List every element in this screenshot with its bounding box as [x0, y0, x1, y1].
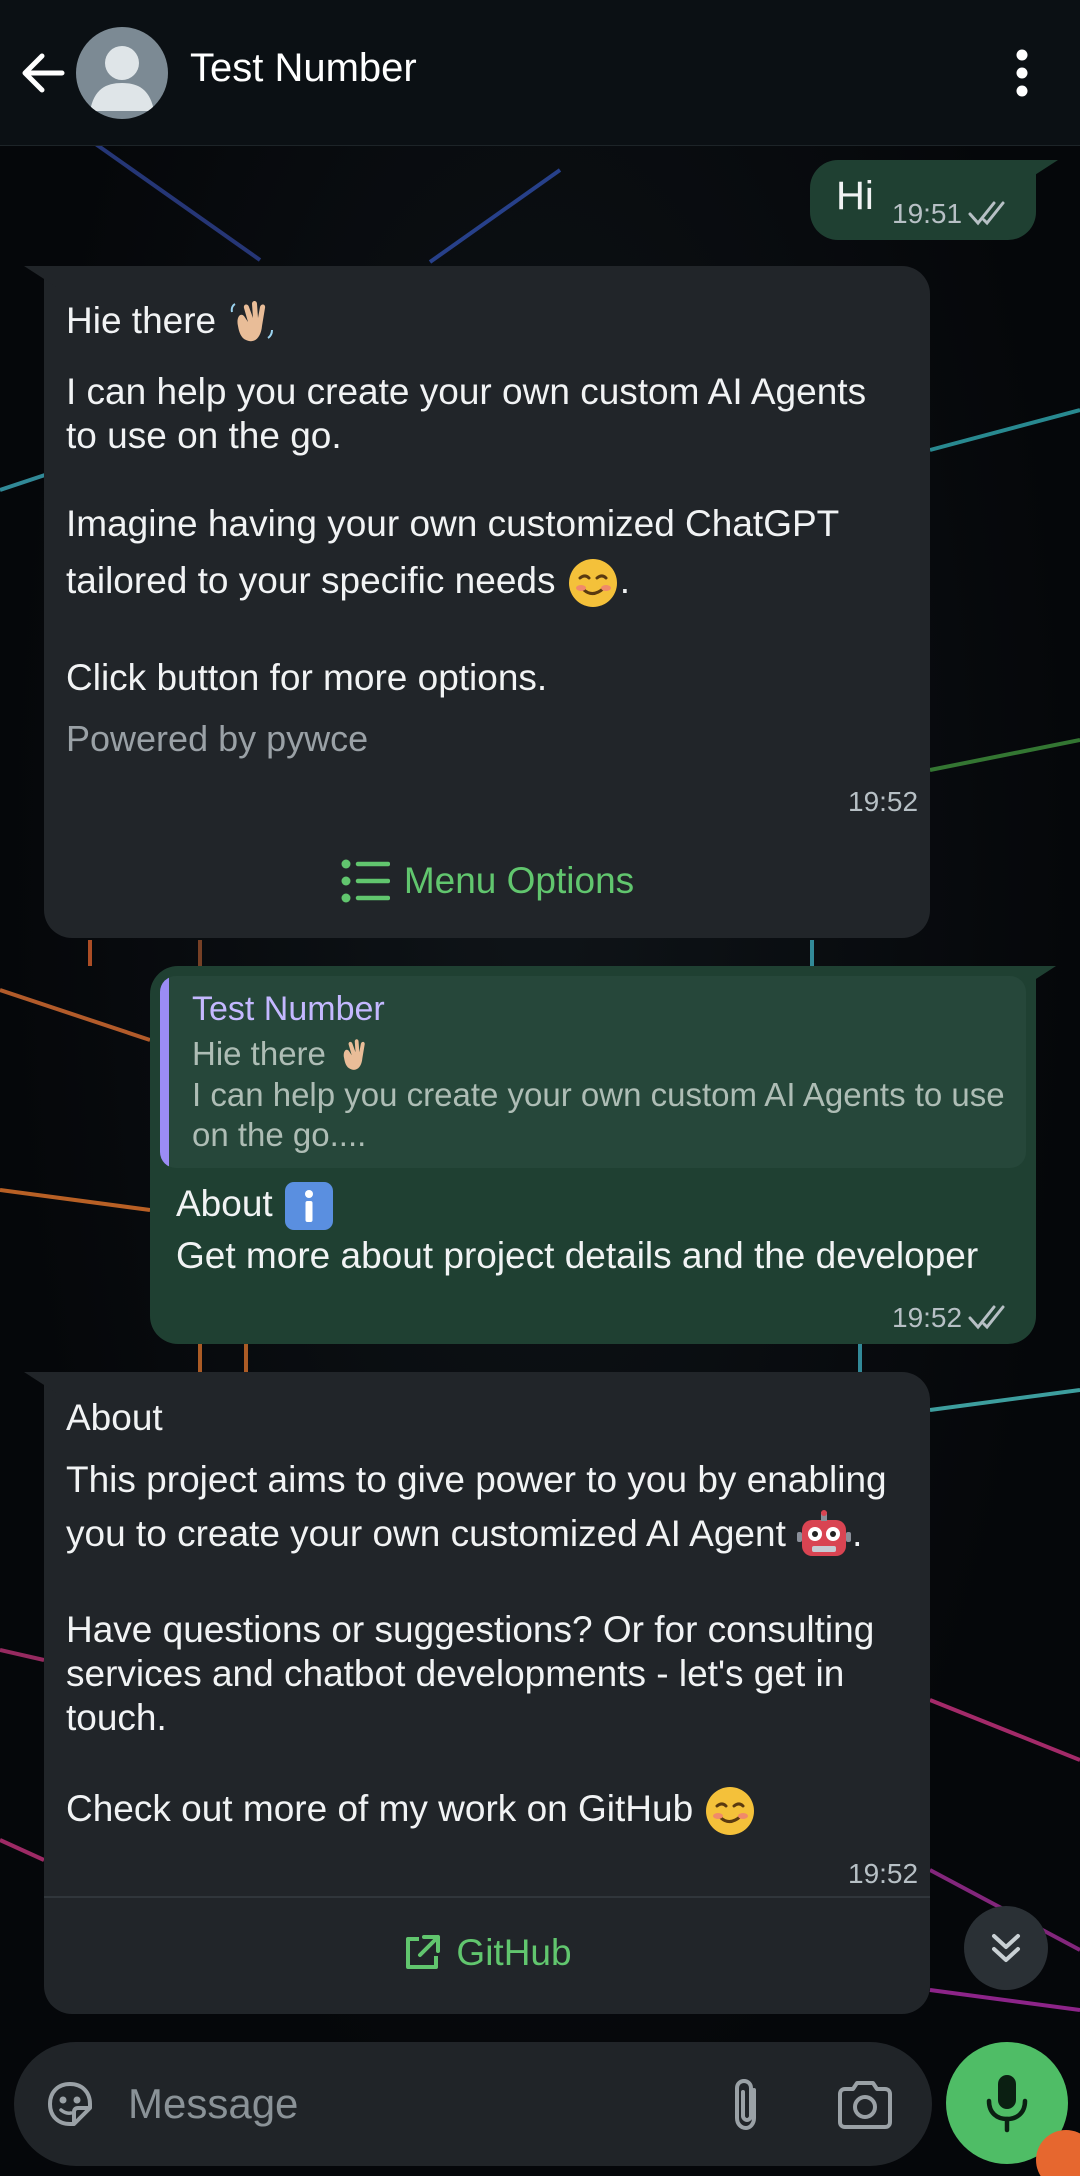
paperclip-icon[interactable]	[724, 2076, 770, 2134]
contact-avatar[interactable]	[76, 27, 168, 119]
double-chevron-down-icon	[992, 1934, 1020, 1962]
message-composer: Message	[14, 2042, 932, 2166]
message-time: 19:51	[892, 198, 963, 229]
waving-hand-emoji	[343, 1039, 365, 1071]
external-link-icon	[406, 1935, 441, 1969]
github-line: Check out more of my work on GitHub	[66, 1784, 916, 1838]
intro-text: I can help you create your own custom AI…	[66, 371, 867, 456]
contact-name[interactable]: Test Number	[190, 46, 417, 91]
more-options-button[interactable]	[1000, 46, 1044, 100]
github-label: GitHub	[456, 1932, 572, 1973]
more-vertical-icon	[1016, 49, 1028, 97]
scroll-to-bottom-button[interactable]	[964, 1906, 1048, 1990]
bubble-tail	[24, 266, 58, 288]
arrow-left-icon	[22, 53, 65, 93]
menu-options-button[interactable]: Menu Options	[44, 836, 930, 926]
chatgpt-text: Imagine having your own customized ChatG…	[66, 503, 840, 544]
reply-title-line: About	[176, 1180, 335, 1232]
double-check-icon	[968, 1305, 1005, 1330]
reply-title: About	[176, 1182, 273, 1224]
quoted-line-1: Hie there	[192, 1035, 326, 1072]
project-text: This project aims to give power to you b…	[66, 1459, 887, 1500]
agent-text: you to create your own customized AI Age…	[66, 1512, 786, 1554]
message-input[interactable]: Message	[128, 2080, 298, 2128]
bubble-tail	[24, 1372, 58, 1394]
bubble-tail	[1022, 966, 1056, 988]
back-button[interactable]	[18, 46, 68, 100]
person-icon	[90, 46, 154, 111]
quoted-message[interactable]: Test Number Hie there I can help you cre…	[160, 976, 1026, 1168]
message-time: 19:52	[848, 786, 919, 817]
outgoing-reply-message[interactable]: Test Number Hie there I can help you cre…	[150, 966, 1056, 1344]
github-button[interactable]: GitHub	[44, 1908, 930, 1998]
double-check-icon	[968, 201, 1005, 226]
quoted-sender: Test Number	[192, 990, 385, 1028]
tailored-text: tailored to your specific needs	[66, 559, 556, 601]
bubble-tail	[1024, 160, 1058, 182]
robot-emoji	[797, 1510, 852, 1556]
agent-line: you to create your own customized AI Age…	[66, 1510, 916, 1562]
greeting-line: Hie there	[66, 298, 276, 348]
quote-bar	[160, 976, 169, 1168]
chat-header: Test Number	[0, 0, 1080, 146]
incoming-message[interactable]: Hie there I can help you create your own…	[24, 266, 930, 938]
quoted-line-2: I can help you create your own custom AI…	[192, 1076, 1005, 1154]
greeting-text: Hie there	[66, 299, 217, 341]
message-text: Hi	[836, 174, 874, 218]
list-icon	[341, 859, 390, 903]
microphone-icon	[986, 2075, 1028, 2133]
waving-hand-emoji	[231, 301, 274, 342]
footer-text: Powered by pywce	[66, 718, 369, 759]
message-header: About	[66, 1397, 163, 1438]
github-text: Check out more of my work on GitHub	[66, 1787, 694, 1829]
period: .	[852, 1512, 863, 1554]
reply-description: Get more about project details and the d…	[176, 1235, 979, 1276]
outgoing-message[interactable]: Hi 19:51	[810, 160, 1058, 240]
tailored-line: tailored to your specific needs .	[66, 556, 906, 610]
menu-options-label: Menu Options	[403, 860, 635, 901]
sticker-icon[interactable]	[42, 2076, 98, 2132]
smiling-face-emoji	[568, 559, 617, 607]
incoming-message[interactable]: About This project aims to give power to…	[24, 1372, 930, 2014]
camera-icon[interactable]	[836, 2080, 894, 2130]
smiling-face-emoji	[706, 1787, 755, 1835]
message-time: 19:52	[892, 1302, 963, 1333]
button-divider	[44, 1896, 930, 1898]
contact-text: Have questions or suggestions? Or for co…	[66, 1609, 875, 1738]
message-time: 19:52	[848, 1858, 919, 1889]
info-emoji	[284, 1182, 333, 1230]
period: .	[619, 559, 631, 601]
click-text: Click button for more options.	[66, 657, 548, 698]
quoted-text: Hie there I can help you create your own…	[192, 1034, 1012, 1155]
